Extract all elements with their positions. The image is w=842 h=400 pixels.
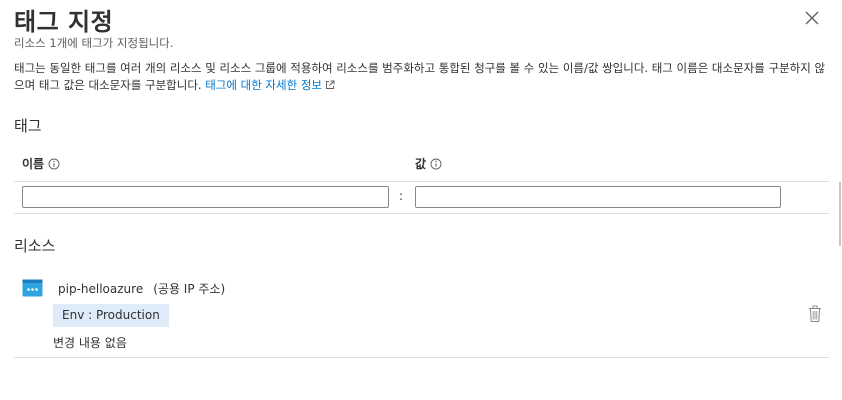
description: 태그는 동일한 태그를 여러 개의 리소스 및 리소스 그룹에 적용하여 리소스…: [14, 60, 829, 94]
tags-row-divider: [14, 213, 829, 214]
external-link-icon: [326, 80, 335, 89]
tags-section-title: 태그: [14, 117, 42, 135]
tag-value-input[interactable]: [415, 186, 781, 208]
value-column-header: 값: [415, 155, 442, 172]
resource-name-label: pip-helloazure: [58, 282, 144, 296]
resource-type: (공용 IP 주소): [153, 282, 226, 296]
name-column-label: 이름: [22, 157, 45, 171]
info-icon[interactable]: [430, 158, 442, 170]
description-text: 태그는 동일한 태그를 여러 개의 리소스 및 리소스 그룹에 적용하여 리소스…: [14, 61, 826, 92]
tag-assignment-panel: 태그 지정 리소스 1개에 태그가 지정됩니다. 태그는 동일한 태그를 여러 …: [0, 0, 842, 400]
tag-chip: Env : Production: [53, 304, 169, 327]
tags-header-divider: [14, 181, 829, 182]
scrollbar[interactable]: [839, 182, 841, 246]
page-title: 태그 지정: [14, 8, 114, 36]
page-subtitle: 리소스 1개에 태그가 지정됩니다.: [14, 36, 174, 50]
resources-divider: [14, 357, 829, 358]
resource-status: 변경 내용 없음: [53, 336, 127, 350]
trash-icon[interactable]: [807, 305, 823, 323]
info-icon[interactable]: [48, 158, 60, 170]
public-ip-icon: [22, 279, 43, 297]
name-value-separator: :: [399, 189, 404, 203]
close-icon[interactable]: [802, 8, 822, 28]
name-column-header: 이름: [22, 155, 60, 172]
value-column-label: 값: [415, 157, 427, 171]
resource-name: pip-helloazure (공용 IP 주소): [58, 280, 225, 297]
resources-section-title: 리소스: [14, 237, 56, 255]
tag-name-input[interactable]: [22, 186, 389, 208]
learn-more-link-label[interactable]: 태그에 대한 자세한 정보: [205, 78, 322, 92]
learn-more-link[interactable]: 태그에 대한 자세한 정보: [205, 78, 335, 92]
